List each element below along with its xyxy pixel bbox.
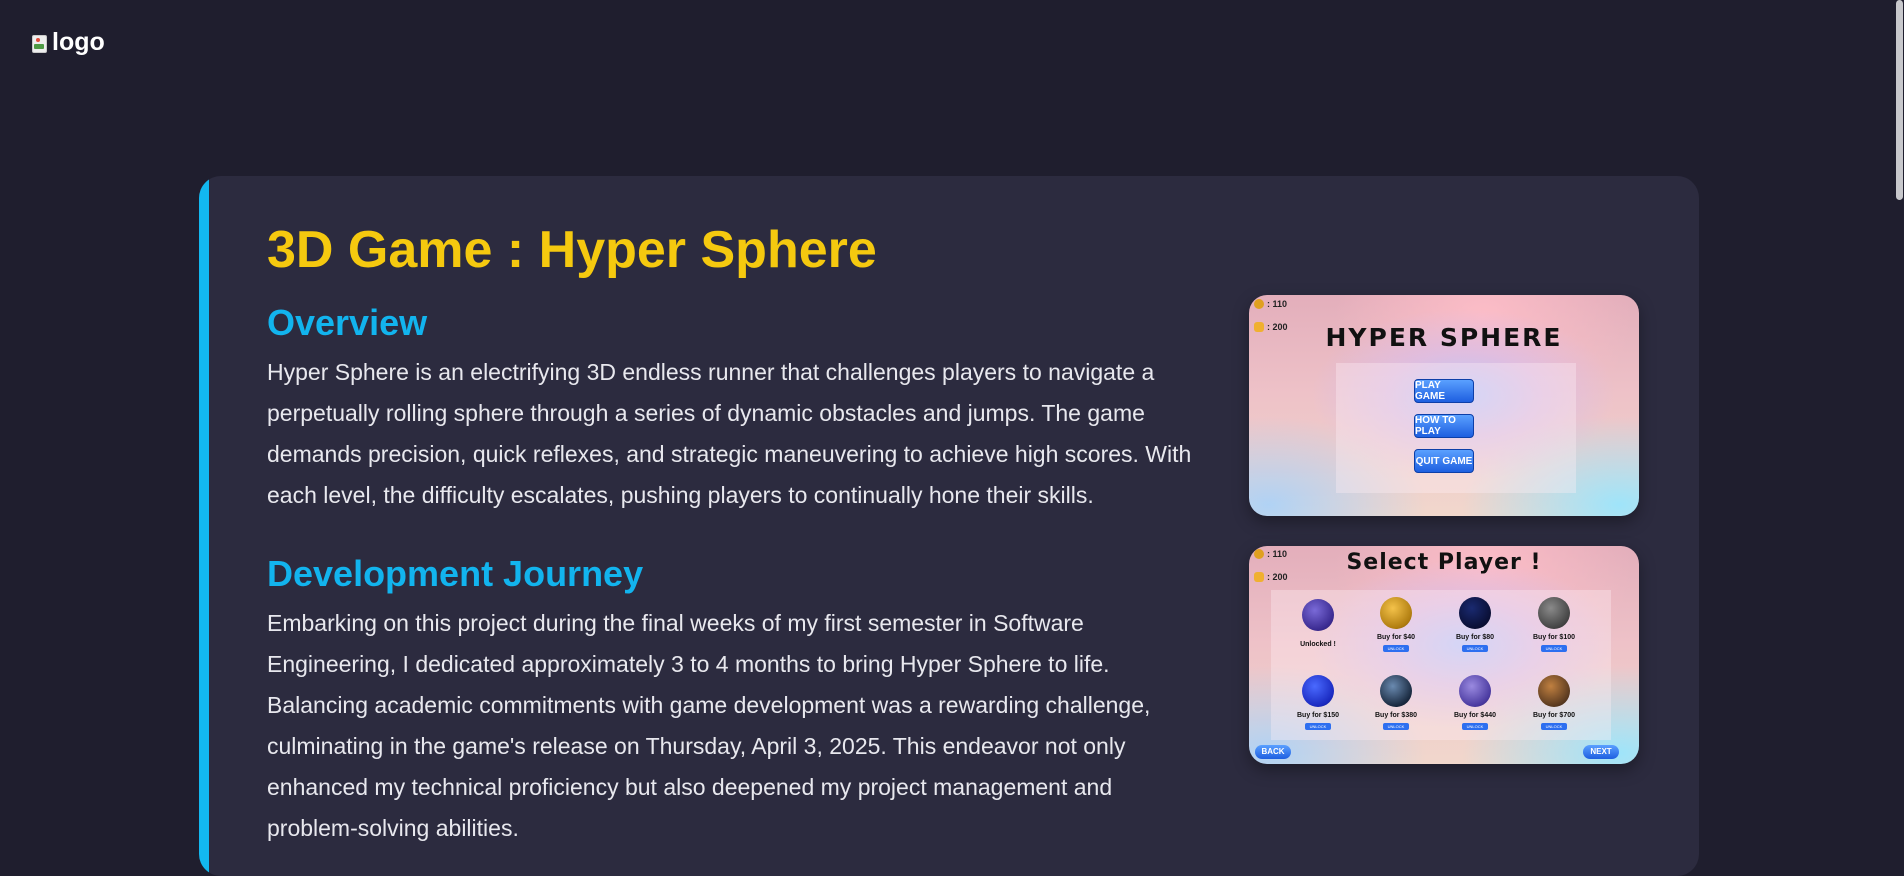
unlock-button: UNLOCK	[1462, 723, 1488, 730]
development-journey-text: Embarking on this project during the fin…	[267, 610, 1151, 841]
unlock-button: UNLOCK	[1305, 723, 1331, 730]
next-button: NEXT	[1583, 745, 1619, 759]
broken-image-icon	[30, 32, 50, 54]
player-2-price: Buy for $40	[1376, 634, 1416, 641]
site-logo[interactable]: logo	[30, 28, 105, 57]
game-logo-text: HYPER SPHERE	[1325, 323, 1563, 352]
player-ball-3	[1459, 597, 1491, 629]
player-ball-1	[1302, 599, 1334, 631]
overview-text: Hyper Sphere is an electrifying 3D endle…	[267, 359, 1192, 508]
player-3-price: Buy for $80	[1455, 634, 1495, 641]
unlock-button: UNLOCK	[1541, 723, 1567, 730]
unlock-button: UNLOCK	[1462, 645, 1488, 652]
overview-heading: Overview	[267, 302, 428, 343]
card-accent-bar	[199, 176, 209, 876]
player-5-price: Buy for $150	[1296, 712, 1340, 719]
player-6-price: Buy for $380	[1374, 712, 1418, 719]
development-journey-heading: Development Journey	[267, 553, 644, 594]
player-4-price: Buy for $100	[1532, 634, 1576, 641]
main-menu-screenshot[interactable]: : 110 : 200 HYPER SPHERE PLAY GAME HOW T…	[1249, 295, 1639, 516]
select-player-title: Select Player !	[1346, 550, 1542, 575]
page-scrollbar[interactable]	[1894, 0, 1904, 827]
unlock-button: UNLOCK	[1383, 723, 1409, 730]
project-card: 3D Game : Hyper Sphere Overview Hyper Sp…	[199, 176, 1699, 876]
logo-alt-text: logo	[52, 28, 105, 56]
unlock-button: UNLOCK	[1383, 645, 1409, 652]
player-8-price: Buy for $700	[1532, 712, 1576, 719]
player-ball-8	[1538, 675, 1570, 707]
project-title: 3D Game : Hyper Sphere	[267, 221, 877, 279]
player-ball-6	[1380, 675, 1412, 707]
unlock-button: UNLOCK	[1541, 645, 1567, 652]
how-to-play-button: HOW TO PLAY	[1414, 414, 1474, 438]
scrollbar-thumb[interactable]	[1896, 0, 1903, 200]
player-ball-4	[1538, 597, 1570, 629]
select-player-screenshot[interactable]: : 110 : 200 Select Player ! Unlocked ! B…	[1249, 546, 1639, 764]
player-ball-2	[1380, 597, 1412, 629]
quit-game-button: QUIT GAME	[1414, 449, 1474, 473]
coins-counter: : 110	[1254, 299, 1287, 309]
play-game-button: PLAY GAME	[1414, 379, 1474, 403]
player-7-price: Buy for $440	[1453, 712, 1497, 719]
coin-icon	[1254, 299, 1264, 309]
player-ball-5	[1302, 675, 1334, 707]
player-1-status: Unlocked !	[1300, 641, 1336, 648]
player-ball-7	[1459, 675, 1491, 707]
back-button: BACK	[1255, 745, 1291, 759]
